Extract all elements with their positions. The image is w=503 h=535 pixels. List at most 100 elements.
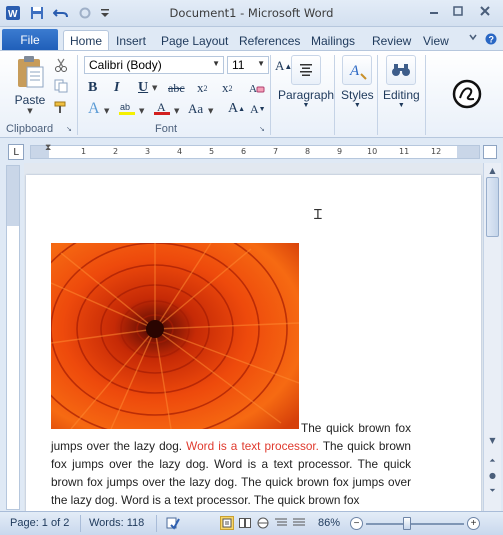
bold-icon[interactable]: B	[88, 78, 97, 98]
strikethrough-icon[interactable]: abc	[168, 78, 185, 98]
ruler-number: 1	[81, 147, 87, 156]
clipboard-launcher-icon[interactable]: ↘	[66, 125, 72, 133]
ribbon-home: Paste ▼ Clipboard ↘ Calibri (Body) ▼ 11 …	[0, 50, 503, 138]
proofing-icon[interactable]	[166, 516, 180, 530]
zoom-level[interactable]: 86%	[318, 517, 340, 529]
paragraph-label: Paragraph	[278, 88, 335, 102]
divider	[80, 515, 81, 532]
paragraph-button[interactable]: Paragraph ▼	[278, 55, 334, 109]
styles-button[interactable]: A Styles ▼	[341, 55, 374, 109]
draft-view-icon[interactable]	[292, 516, 306, 530]
font-size-combo[interactable]: 11 ▼	[227, 56, 269, 74]
paragraph-icon	[291, 55, 322, 85]
outline-view-icon[interactable]	[274, 516, 288, 530]
full-screen-reading-icon[interactable]	[238, 516, 252, 530]
chevron-down-icon[interactable]: ▼	[212, 59, 220, 68]
svg-text:ab: ab	[120, 102, 130, 112]
styles-label: Styles	[341, 88, 374, 102]
zoom-slider-track[interactable]	[366, 523, 464, 525]
copy-icon[interactable]	[52, 78, 70, 94]
underline-icon[interactable]: U	[138, 78, 148, 98]
italic-icon[interactable]: I	[114, 78, 119, 98]
ruler-bar: L ⧗ 1 2 3 4 5 6 7 8 9 10 11 12	[0, 139, 503, 163]
change-case-dropdown-icon[interactable]: ▼	[208, 107, 213, 115]
text-effects-icon[interactable]: A	[88, 99, 100, 119]
tab-home[interactable]: Home	[63, 30, 110, 52]
previous-page-icon[interactable]: ⏶	[485, 453, 500, 468]
red-text-run: Word is a text processor.	[186, 439, 319, 453]
subscript-icon[interactable]: x2	[197, 78, 208, 98]
zoom-out-icon[interactable]: −	[350, 517, 363, 530]
browse-object-icon[interactable]: ●	[485, 468, 500, 483]
shrink-font-button[interactable]: A ▼	[250, 99, 266, 119]
tab-file[interactable]: File	[2, 29, 58, 51]
highlight-icon[interactable]: ab	[118, 100, 136, 116]
clipboard-group-label: Clipboard	[6, 123, 54, 135]
tab-view[interactable]: View	[417, 31, 455, 51]
ruler-number: 5	[209, 147, 215, 156]
tab-mailings[interactable]: Mailings	[305, 31, 361, 51]
print-layout-view-icon[interactable]	[220, 516, 234, 530]
chevron-down-icon[interactable]: ▼	[257, 59, 265, 68]
tab-selector-icon[interactable]: L	[8, 144, 24, 160]
signature-addin-icon[interactable]	[452, 79, 482, 109]
highlight-dropdown-icon[interactable]: ▼	[139, 107, 144, 115]
binoculars-icon	[386, 55, 417, 85]
vertical-scrollbar[interactable]: ▲ ▼ ⏶ ● ⏷	[483, 163, 501, 511]
editing-button[interactable]: Editing ▼	[383, 55, 420, 109]
change-case-icon[interactable]: Aa	[188, 99, 203, 119]
document-page[interactable]: The quick brown fox jumps over the lazy …	[26, 175, 481, 511]
text-effects-dropdown-icon[interactable]: ▼	[104, 107, 109, 115]
tab-review[interactable]: Review	[366, 31, 417, 51]
scroll-down-icon[interactable]: ▼	[485, 433, 500, 448]
tab-insert[interactable]: Insert	[110, 31, 152, 51]
paste-button[interactable]: Paste ▼	[10, 55, 50, 115]
font-name-combo[interactable]: Calibri (Body) ▼	[84, 56, 224, 74]
svg-text:A: A	[349, 63, 360, 79]
underline-dropdown-icon[interactable]: ▼	[152, 84, 157, 92]
separator	[334, 55, 335, 135]
font-launcher-icon[interactable]: ↘	[259, 125, 265, 133]
vertical-ruler[interactable]	[6, 165, 20, 510]
font-color-dropdown-icon[interactable]: ▼	[174, 107, 179, 115]
indent-marker-icon[interactable]: ⧗	[45, 143, 51, 153]
document-area[interactable]: The quick brown fox jumps over the lazy …	[24, 163, 483, 511]
word-count[interactable]: Words: 118	[89, 517, 144, 529]
superscript-icon[interactable]: x2	[222, 78, 233, 98]
format-painter-icon[interactable]	[52, 99, 70, 115]
zoom-slider-thumb[interactable]	[403, 517, 411, 530]
title-bar: W Document1 - Microsoft Word	[0, 0, 503, 27]
web-layout-icon[interactable]	[256, 516, 270, 530]
page-count[interactable]: Page: 1 of 2	[10, 517, 69, 529]
ribbon-tab-icons: ?	[469, 33, 497, 48]
ruler-number: 9	[337, 147, 343, 156]
next-page-icon[interactable]: ⏷	[485, 483, 500, 498]
zoom-in-icon[interactable]: +	[467, 517, 480, 530]
window-controls	[423, 2, 499, 20]
close-icon[interactable]	[471, 2, 499, 20]
document-body-text[interactable]: The quick brown fox jumps over the lazy …	[51, 419, 411, 509]
tab-references[interactable]: References	[233, 31, 306, 51]
paragraph-dropdown-icon: ▼	[302, 102, 310, 109]
scroll-up-icon[interactable]: ▲	[485, 163, 500, 178]
scrollbar-thumb[interactable]	[486, 177, 499, 237]
paste-icon	[18, 56, 44, 88]
chrysanthemum-image[interactable]	[51, 243, 299, 429]
clear-formatting-icon[interactable]: A	[248, 80, 266, 96]
help-icon[interactable]: ?	[485, 33, 497, 48]
font-color-icon[interactable]: A	[153, 100, 171, 116]
minimize-ribbon-icon[interactable]	[469, 33, 477, 48]
separator	[77, 55, 78, 135]
paste-dropdown-icon[interactable]: ▼	[27, 107, 32, 115]
view-ruler-icon[interactable]	[483, 145, 497, 159]
tab-page-layout[interactable]: Page Layout	[155, 31, 234, 51]
ruler-number: 11	[399, 147, 410, 156]
horizontal-ruler[interactable]: ⧗ 1 2 3 4 5 6 7 8 9 10 11 12	[30, 143, 480, 159]
ruler-number: 12	[431, 147, 442, 156]
minimize-icon[interactable]	[423, 2, 445, 20]
grow-font-button[interactable]: A ▲	[228, 99, 245, 119]
cut-icon[interactable]	[52, 57, 70, 73]
maximize-icon[interactable]	[447, 2, 469, 20]
svg-text:A: A	[157, 100, 166, 114]
status-bar: Page: 1 of 2 Words: 118 86% − +	[0, 511, 503, 535]
